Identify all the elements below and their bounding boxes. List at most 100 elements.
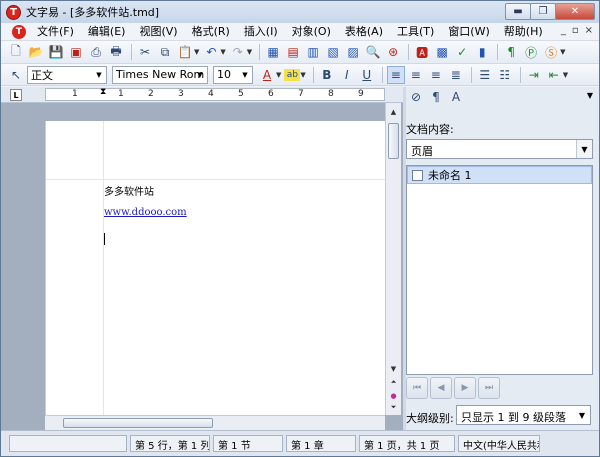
chart-icon[interactable]: ▨ bbox=[344, 43, 362, 61]
list-item-checkbox[interactable] bbox=[412, 169, 423, 181]
ruler-label: 3 bbox=[178, 89, 184, 99]
vertical-scroll-thumb[interactable] bbox=[388, 123, 399, 159]
redo-icon[interactable]: ↷ bbox=[229, 43, 247, 61]
horizontal-ruler[interactable]: 1 1 2 3 4 5 6 7 8 9 ⧗ bbox=[45, 87, 385, 101]
font-select[interactable]: Times New Rom ▼ bbox=[112, 65, 208, 84]
tab-stop-selector[interactable]: L bbox=[10, 89, 22, 101]
list-item[interactable]: 未命名 1 bbox=[407, 166, 592, 184]
menu-insert[interactable]: 插入(I) bbox=[237, 23, 285, 41]
horizontal-scroll-thumb[interactable] bbox=[63, 418, 213, 428]
menu-window[interactable]: 窗口(W) bbox=[441, 23, 496, 41]
menu-object[interactable]: 对象(O) bbox=[285, 23, 338, 41]
paragraph-panel-icon[interactable]: ¶ bbox=[428, 89, 444, 105]
paste-icon[interactable]: 📋 bbox=[176, 43, 194, 61]
underline-button[interactable]: U bbox=[358, 66, 376, 84]
status-language: 中文(中华人民共和 bbox=[458, 435, 540, 452]
layout-icon[interactable]: ▧ bbox=[324, 43, 342, 61]
insert-table-icon[interactable]: ▦ bbox=[264, 43, 282, 61]
menu-format[interactable]: 格式(R) bbox=[185, 23, 237, 41]
cut-icon[interactable]: ✂ bbox=[136, 43, 154, 61]
word-count-icon[interactable]: ▮ bbox=[473, 43, 491, 61]
previous-item-icon[interactable]: ◀ bbox=[430, 377, 452, 399]
contents-select[interactable]: 页眉 ▼ bbox=[406, 139, 593, 159]
menu-help[interactable]: 帮助(H) bbox=[497, 23, 550, 41]
undo-dropdown-icon[interactable]: ▼ bbox=[220, 48, 225, 56]
text-box-icon[interactable]: 🅰 bbox=[413, 43, 431, 61]
doc-close-button[interactable]: × bbox=[585, 25, 593, 36]
plugin-s-icon[interactable]: Ⓢ bbox=[542, 43, 560, 61]
scroll-up-icon[interactable]: ▲ bbox=[388, 106, 399, 117]
toolbar-options-icon[interactable]: ▼ bbox=[560, 48, 565, 56]
decrease-indent-icon[interactable]: ⇤ bbox=[545, 66, 563, 84]
minimize-button[interactable]: ▬ bbox=[505, 3, 531, 20]
document-hyperlink[interactable]: www.ddooo.com bbox=[104, 207, 187, 218]
save-icon[interactable]: 💾 bbox=[47, 43, 65, 61]
panel-tabs: ⊘ ¶ A bbox=[408, 89, 464, 105]
font-color-dropdown-icon[interactable]: ▼ bbox=[276, 71, 281, 79]
replace-icon[interactable]: ⊛ bbox=[384, 43, 402, 61]
copy-icon[interactable]: ⧉ bbox=[156, 43, 174, 61]
scroll-down-icon[interactable]: ▼ bbox=[388, 363, 399, 374]
page-number-icon[interactable]: ▤ bbox=[284, 43, 302, 61]
outline-level-select[interactable]: 只显示 1 到 9 级段落 ▼ bbox=[456, 405, 591, 425]
menu-edit[interactable]: 编辑(E) bbox=[81, 23, 133, 41]
print-icon[interactable]: 🖶 bbox=[107, 43, 125, 61]
spellcheck-icon[interactable]: ✓ bbox=[453, 43, 471, 61]
italic-button[interactable]: I bbox=[338, 66, 356, 84]
outline-level-value: 只显示 1 到 9 级段落 bbox=[461, 411, 566, 424]
previous-page-icon[interactable]: ⏶ bbox=[388, 377, 399, 388]
status-position: 第 5 行，第 1 列 bbox=[130, 435, 210, 452]
redo-dropdown-icon[interactable]: ▼ bbox=[247, 48, 252, 56]
close-button[interactable]: ✕ bbox=[555, 3, 595, 20]
print-preview-icon[interactable]: ⎙ bbox=[87, 43, 105, 61]
numbering-icon[interactable]: ☰ bbox=[476, 66, 494, 84]
new-file-icon[interactable]: 🗋 bbox=[7, 43, 25, 61]
styles-panel-icon[interactable]: A bbox=[448, 89, 464, 105]
doc-minimize-button[interactable]: _ bbox=[561, 25, 566, 36]
next-item-icon[interactable]: ▶ bbox=[454, 377, 476, 399]
maximize-button[interactable]: ❐ bbox=[530, 3, 556, 20]
horizontal-scrollbar[interactable] bbox=[45, 415, 385, 430]
vertical-scrollbar[interactable]: ▲ ▼ ⏶ ● ⏷ bbox=[385, 103, 401, 415]
last-item-icon[interactable]: ⏭ bbox=[478, 377, 500, 399]
select-pointer-icon[interactable]: ↖ bbox=[7, 66, 25, 84]
highlight-dropdown-icon[interactable]: ▼ bbox=[300, 71, 305, 79]
panel-menu-icon[interactable]: ▼ bbox=[587, 91, 593, 100]
image-icon[interactable]: ▩ bbox=[433, 43, 451, 61]
align-justify-icon[interactable]: ≣ bbox=[447, 66, 465, 84]
menu-table[interactable]: 表格(A) bbox=[338, 23, 390, 41]
next-page-icon[interactable]: ⏷ bbox=[388, 402, 399, 413]
paragraph-mark-icon[interactable]: ¶ bbox=[502, 43, 520, 61]
first-item-icon[interactable]: ⏮ bbox=[406, 377, 428, 399]
contents-list[interactable]: 未命名 1 bbox=[406, 165, 593, 375]
ruler-label: 1 bbox=[118, 89, 124, 99]
align-center-icon[interactable]: ≡ bbox=[407, 66, 425, 84]
font-size-select[interactable]: 10 ▼ bbox=[213, 65, 253, 84]
doc-logo-icon[interactable]: T bbox=[12, 24, 26, 39]
undo-icon[interactable]: ↶ bbox=[202, 43, 220, 61]
ruler-label: 5 bbox=[238, 89, 244, 99]
menu-view[interactable]: 视图(V) bbox=[132, 23, 184, 41]
navigator-icon[interactable]: ⊘ bbox=[408, 89, 424, 105]
indent-marker-icon[interactable]: ⧗ bbox=[100, 87, 106, 97]
style-select[interactable]: 正文 ▼ bbox=[27, 65, 107, 84]
align-right-icon[interactable]: ≡ bbox=[427, 66, 445, 84]
menu-tools[interactable]: 工具(T) bbox=[390, 23, 441, 41]
export-pdf-icon[interactable]: ▣ bbox=[67, 43, 85, 61]
bold-button[interactable]: B bbox=[318, 66, 336, 84]
open-folder-icon[interactable]: 📂 bbox=[27, 43, 45, 61]
find-icon[interactable]: 🔍 bbox=[364, 43, 382, 61]
browse-object-icon[interactable]: ● bbox=[388, 390, 399, 401]
menu-file[interactable]: 文件(F) bbox=[30, 23, 81, 41]
columns-icon[interactable]: ▥ bbox=[304, 43, 322, 61]
plugin-p-icon[interactable]: Ⓟ bbox=[522, 43, 540, 61]
highlight-icon[interactable]: ab bbox=[284, 68, 301, 81]
document-page[interactable]: 多多软件站 www.ddooo.com bbox=[45, 121, 386, 415]
bullets-icon[interactable]: ☷ bbox=[496, 66, 514, 84]
align-left-icon[interactable]: ≡ bbox=[386, 65, 405, 84]
paste-dropdown-icon[interactable]: ▼ bbox=[194, 48, 199, 56]
doc-restore-button[interactable]: ▫ bbox=[572, 25, 579, 36]
increase-indent-icon[interactable]: ⇥ bbox=[525, 66, 543, 84]
format-toolbar-options-icon[interactable]: ▼ bbox=[563, 71, 568, 79]
font-color-icon[interactable]: A bbox=[258, 66, 276, 84]
